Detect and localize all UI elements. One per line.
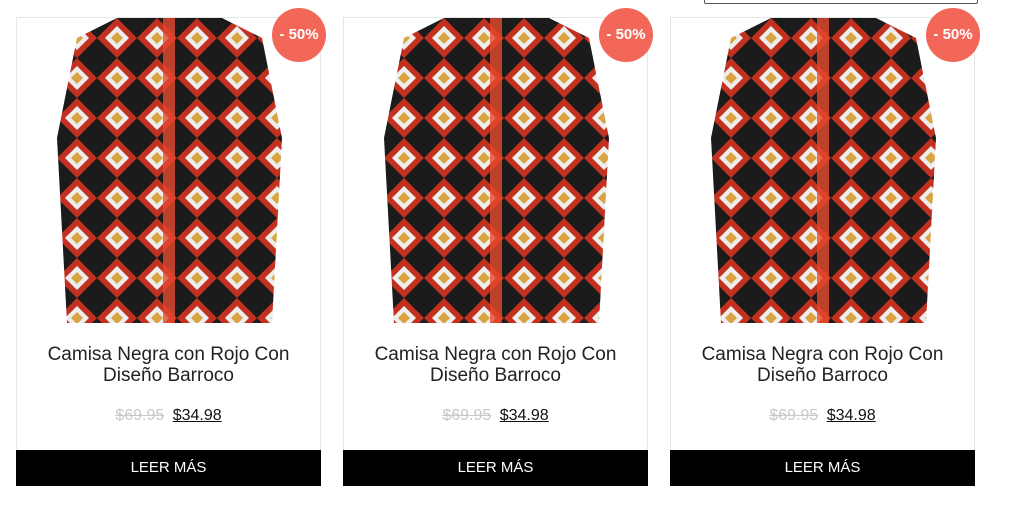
product-title[interactable]: Camisa Negra con Rojo Con Diseño Barroco bbox=[681, 344, 964, 386]
old-price: $69.95 bbox=[769, 407, 819, 424]
product-image[interactable] bbox=[57, 18, 282, 323]
sale-price: $34.98 bbox=[499, 407, 549, 424]
read-more-button[interactable]: LEER MÁS bbox=[16, 450, 321, 486]
price: $69.95 $34.98 bbox=[17, 407, 320, 425]
search-input[interactable] bbox=[704, 0, 978, 4]
product-title[interactable]: Camisa Negra con Rojo Con Diseño Barroco bbox=[27, 344, 310, 386]
product-grid: - 50% Camisa Negra con Rojo Con Diseño B… bbox=[16, 8, 980, 486]
sale-price: $34.98 bbox=[172, 407, 222, 424]
product-card: - 50% Camisa Negra con Rojo Con Diseño B… bbox=[16, 8, 326, 486]
old-price: $69.95 bbox=[115, 407, 165, 424]
read-more-button[interactable]: LEER MÁS bbox=[343, 450, 648, 486]
product-card: - 50% Camisa Negra con Rojo Con Diseño B… bbox=[343, 8, 653, 486]
product-card: - 50% Camisa Negra con Rojo Con Diseño B… bbox=[670, 8, 980, 486]
product-title[interactable]: Camisa Negra con Rojo Con Diseño Barroco bbox=[354, 344, 637, 386]
product-image[interactable] bbox=[711, 18, 936, 323]
sale-price: $34.98 bbox=[826, 407, 876, 424]
discount-badge: - 50% bbox=[926, 8, 980, 62]
discount-badge: - 50% bbox=[599, 8, 653, 62]
price: $69.95 $34.98 bbox=[671, 407, 974, 425]
discount-badge: - 50% bbox=[272, 8, 326, 62]
product-image[interactable] bbox=[384, 18, 609, 323]
old-price: $69.95 bbox=[442, 407, 492, 424]
price: $69.95 $34.98 bbox=[344, 407, 647, 425]
read-more-button[interactable]: LEER MÁS bbox=[670, 450, 975, 486]
